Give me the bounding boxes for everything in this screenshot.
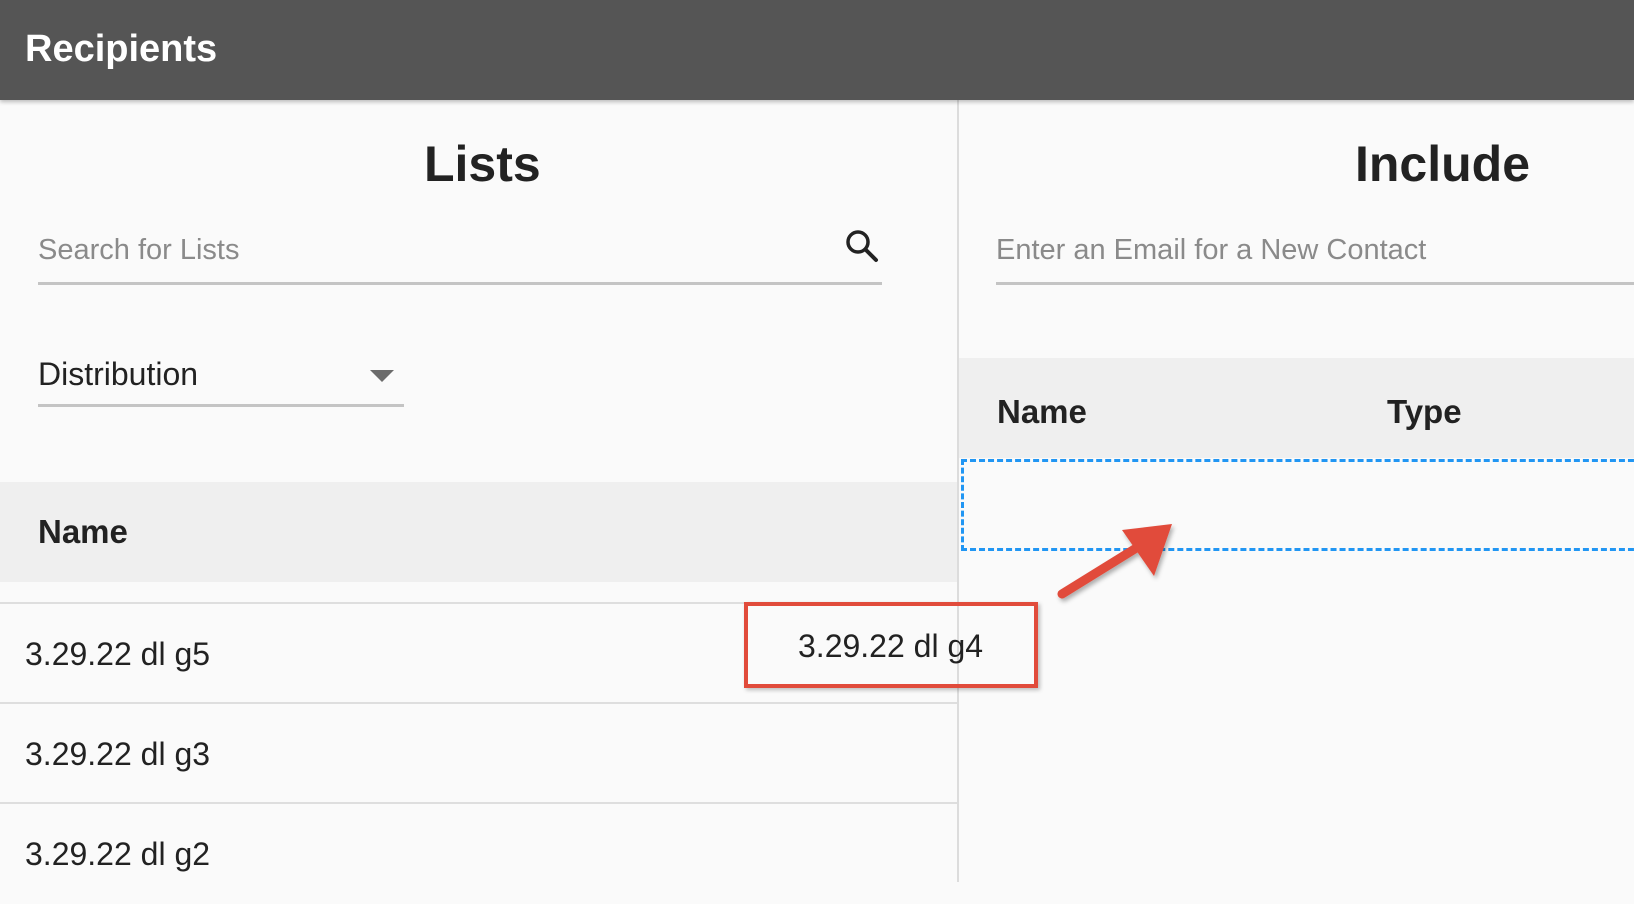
dragged-list-item-label: 3.29.22 dl g4 [798, 628, 984, 664]
app-header: Recipients [0, 0, 1634, 100]
list-item-label: 3.29.22 dl g5 [25, 636, 211, 672]
list-item-label: 3.29.22 dl g3 [25, 736, 211, 772]
lists-search-input[interactable] [38, 230, 818, 270]
chevron-down-icon [370, 370, 394, 382]
list-item[interactable]: 3.29.22 dl g3 [0, 702, 957, 804]
lists-search-field [38, 222, 882, 285]
panel-divider [957, 100, 959, 882]
include-column-name: Name [997, 393, 1087, 430]
lists-panel-title: Lists [424, 136, 541, 192]
new-contact-email-input[interactable] [996, 230, 1626, 270]
dragged-list-item[interactable]: 3.29.22 dl g4 [744, 602, 1038, 688]
lists-table-header: Name [0, 482, 957, 582]
list-item-label: 3.29.22 dl g2 [25, 836, 211, 872]
include-panel-title: Include [1355, 136, 1531, 192]
arrow-icon [1057, 524, 1172, 599]
search-icon[interactable] [842, 226, 882, 266]
list-item[interactable]: 3.29.22 dl g2 [0, 802, 957, 904]
page-title: Recipients [25, 28, 218, 70]
lists-column-name: Name [38, 513, 128, 550]
include-column-type: Type [1387, 393, 1462, 430]
list-type-select[interactable]: Distribution [38, 348, 404, 407]
list-type-selected-value: Distribution [38, 356, 199, 392]
include-table-header: Name Type [959, 358, 1634, 458]
new-contact-email-field [996, 222, 1634, 285]
